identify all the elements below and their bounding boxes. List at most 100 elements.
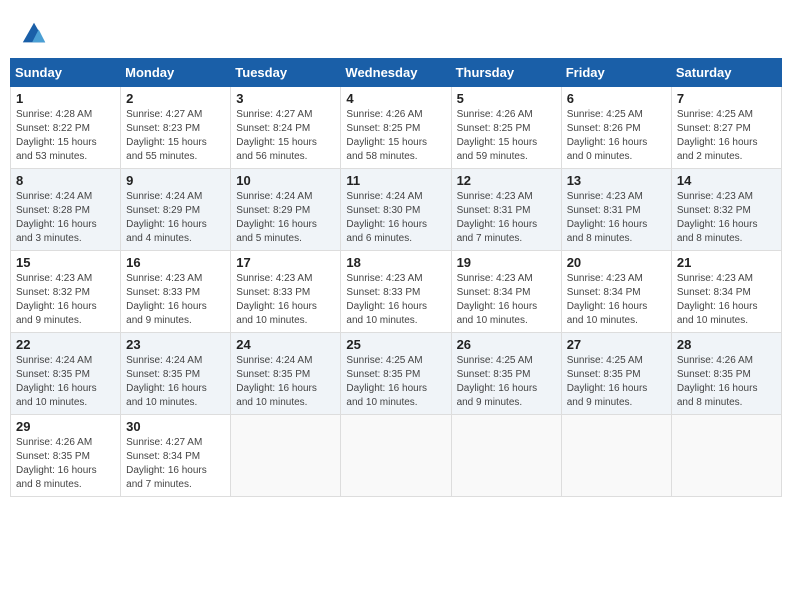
day-info: Sunrise: 4:23 AM Sunset: 8:33 PM Dayligh…: [126, 272, 225, 328]
day-info: Sunrise: 4:27 AM Sunset: 8:23 PM Dayligh…: [126, 108, 225, 164]
weekday-header-thursday: Thursday: [451, 59, 561, 87]
calendar-cell: 5 Sunrise: 4:26 AM Sunset: 8:25 PM Daylig…: [451, 87, 561, 169]
day-info: Sunrise: 4:23 AM Sunset: 8:34 PM Dayligh…: [567, 272, 666, 328]
calendar-week-row: 8 Sunrise: 4:24 AM Sunset: 8:28 PM Daylig…: [11, 169, 782, 251]
logo-icon: [20, 20, 48, 48]
calendar-week-row: 29 Sunrise: 4:26 AM Sunset: 8:35 PM Dayli…: [11, 415, 782, 497]
day-info: Sunrise: 4:23 AM Sunset: 8:34 PM Dayligh…: [457, 272, 556, 328]
day-number: 11: [346, 173, 445, 188]
day-number: 26: [457, 337, 556, 352]
day-info: Sunrise: 4:24 AM Sunset: 8:30 PM Dayligh…: [346, 190, 445, 246]
day-number: 30: [126, 419, 225, 434]
day-info: Sunrise: 4:27 AM Sunset: 8:24 PM Dayligh…: [236, 108, 335, 164]
day-info: Sunrise: 4:28 AM Sunset: 8:22 PM Dayligh…: [16, 108, 115, 164]
calendar-cell: 4 Sunrise: 4:26 AM Sunset: 8:25 PM Daylig…: [341, 87, 451, 169]
calendar-cell: 12 Sunrise: 4:23 AM Sunset: 8:31 PM Dayli…: [451, 169, 561, 251]
day-info: Sunrise: 4:25 AM Sunset: 8:35 PM Dayligh…: [457, 354, 556, 410]
calendar-week-row: 15 Sunrise: 4:23 AM Sunset: 8:32 PM Dayli…: [11, 251, 782, 333]
calendar-cell: 30 Sunrise: 4:27 AM Sunset: 8:34 PM Dayli…: [121, 415, 231, 497]
day-info: Sunrise: 4:23 AM Sunset: 8:31 PM Dayligh…: [457, 190, 556, 246]
day-number: 22: [16, 337, 115, 352]
calendar-cell: [671, 415, 781, 497]
day-number: 27: [567, 337, 666, 352]
day-info: Sunrise: 4:27 AM Sunset: 8:34 PM Dayligh…: [126, 436, 225, 492]
day-number: 28: [677, 337, 776, 352]
day-number: 10: [236, 173, 335, 188]
calendar-cell: 1 Sunrise: 4:28 AM Sunset: 8:22 PM Daylig…: [11, 87, 121, 169]
day-number: 2: [126, 91, 225, 106]
day-number: 9: [126, 173, 225, 188]
day-info: Sunrise: 4:26 AM Sunset: 8:35 PM Dayligh…: [677, 354, 776, 410]
day-info: Sunrise: 4:23 AM Sunset: 8:33 PM Dayligh…: [236, 272, 335, 328]
day-number: 20: [567, 255, 666, 270]
day-info: Sunrise: 4:26 AM Sunset: 8:25 PM Dayligh…: [457, 108, 556, 164]
page-header: [10, 10, 782, 53]
day-info: Sunrise: 4:24 AM Sunset: 8:35 PM Dayligh…: [236, 354, 335, 410]
calendar-week-row: 22 Sunrise: 4:24 AM Sunset: 8:35 PM Dayli…: [11, 333, 782, 415]
calendar-cell: 19 Sunrise: 4:23 AM Sunset: 8:34 PM Dayli…: [451, 251, 561, 333]
day-info: Sunrise: 4:26 AM Sunset: 8:25 PM Dayligh…: [346, 108, 445, 164]
calendar-cell: 26 Sunrise: 4:25 AM Sunset: 8:35 PM Dayli…: [451, 333, 561, 415]
calendar-cell: 28 Sunrise: 4:26 AM Sunset: 8:35 PM Dayli…: [671, 333, 781, 415]
day-info: Sunrise: 4:24 AM Sunset: 8:29 PM Dayligh…: [126, 190, 225, 246]
calendar-cell: 27 Sunrise: 4:25 AM Sunset: 8:35 PM Dayli…: [561, 333, 671, 415]
calendar-cell: [341, 415, 451, 497]
day-number: 29: [16, 419, 115, 434]
weekday-header-saturday: Saturday: [671, 59, 781, 87]
day-info: Sunrise: 4:23 AM Sunset: 8:31 PM Dayligh…: [567, 190, 666, 246]
logo: [20, 20, 52, 48]
calendar-cell: 29 Sunrise: 4:26 AM Sunset: 8:35 PM Dayli…: [11, 415, 121, 497]
day-number: 7: [677, 91, 776, 106]
calendar-cell: 18Sunrise: 4:23 AM Sunset: 8:33 PM Dayli…: [341, 251, 451, 333]
day-info: Sunrise: 4:23 AM Sunset: 8:32 PM Dayligh…: [677, 190, 776, 246]
day-info: Sunrise: 4:24 AM Sunset: 8:28 PM Dayligh…: [16, 190, 115, 246]
day-info: Sunrise: 4:23 AM Sunset: 8:34 PM Dayligh…: [677, 272, 776, 328]
calendar-cell: 7Sunrise: 4:25 AM Sunset: 8:27 PM Daylig…: [671, 87, 781, 169]
weekday-header-monday: Monday: [121, 59, 231, 87]
calendar-table: SundayMondayTuesdayWednesdayThursdayFrid…: [10, 58, 782, 497]
calendar-cell: 16 Sunrise: 4:23 AM Sunset: 8:33 PM Dayli…: [121, 251, 231, 333]
calendar-cell: 24Sunrise: 4:24 AM Sunset: 8:35 PM Dayli…: [231, 333, 341, 415]
day-info: Sunrise: 4:23 AM Sunset: 8:33 PM Dayligh…: [346, 272, 445, 328]
weekday-header-friday: Friday: [561, 59, 671, 87]
day-number: 4: [346, 91, 445, 106]
day-info: Sunrise: 4:25 AM Sunset: 8:35 PM Dayligh…: [346, 354, 445, 410]
calendar-cell: 3Sunrise: 4:27 AM Sunset: 8:24 PM Daylig…: [231, 87, 341, 169]
calendar-cell: 6Sunrise: 4:25 AM Sunset: 8:26 PM Daylig…: [561, 87, 671, 169]
day-info: Sunrise: 4:24 AM Sunset: 8:35 PM Dayligh…: [16, 354, 115, 410]
weekday-header-wednesday: Wednesday: [341, 59, 451, 87]
day-number: 17: [236, 255, 335, 270]
day-number: 12: [457, 173, 556, 188]
calendar-cell: 21 Sunrise: 4:23 AM Sunset: 8:34 PM Dayli…: [671, 251, 781, 333]
calendar-cell: 10Sunrise: 4:24 AM Sunset: 8:29 PM Dayli…: [231, 169, 341, 251]
day-number: 14: [677, 173, 776, 188]
calendar-week-row: 1 Sunrise: 4:28 AM Sunset: 8:22 PM Daylig…: [11, 87, 782, 169]
day-number: 15: [16, 255, 115, 270]
calendar-cell: 25 Sunrise: 4:25 AM Sunset: 8:35 PM Dayli…: [341, 333, 451, 415]
day-number: 21: [677, 255, 776, 270]
calendar-cell: 17 Sunrise: 4:23 AM Sunset: 8:33 PM Dayli…: [231, 251, 341, 333]
day-number: 16: [126, 255, 225, 270]
day-info: Sunrise: 4:25 AM Sunset: 8:35 PM Dayligh…: [567, 354, 666, 410]
day-number: 6: [567, 91, 666, 106]
weekday-header-sunday: Sunday: [11, 59, 121, 87]
calendar-cell: 2 Sunrise: 4:27 AM Sunset: 8:23 PM Daylig…: [121, 87, 231, 169]
calendar-cell: 20 Sunrise: 4:23 AM Sunset: 8:34 PM Dayli…: [561, 251, 671, 333]
day-number: 23: [126, 337, 225, 352]
weekday-header-tuesday: Tuesday: [231, 59, 341, 87]
day-info: Sunrise: 4:26 AM Sunset: 8:35 PM Dayligh…: [16, 436, 115, 492]
day-number: 25: [346, 337, 445, 352]
day-info: Sunrise: 4:23 AM Sunset: 8:32 PM Dayligh…: [16, 272, 115, 328]
calendar-cell: 9 Sunrise: 4:24 AM Sunset: 8:29 PM Daylig…: [121, 169, 231, 251]
calendar-cell: 13 Sunrise: 4:23 AM Sunset: 8:31 PM Dayli…: [561, 169, 671, 251]
day-number: 1: [16, 91, 115, 106]
day-number: 19: [457, 255, 556, 270]
calendar-cell: 8 Sunrise: 4:24 AM Sunset: 8:28 PM Daylig…: [11, 169, 121, 251]
calendar-cell: 11 Sunrise: 4:24 AM Sunset: 8:30 PM Dayli…: [341, 169, 451, 251]
calendar-cell: 23 Sunrise: 4:24 AM Sunset: 8:35 PM Dayli…: [121, 333, 231, 415]
day-info: Sunrise: 4:24 AM Sunset: 8:35 PM Dayligh…: [126, 354, 225, 410]
calendar-cell: [561, 415, 671, 497]
day-number: 13: [567, 173, 666, 188]
day-number: 8: [16, 173, 115, 188]
day-number: 5: [457, 91, 556, 106]
